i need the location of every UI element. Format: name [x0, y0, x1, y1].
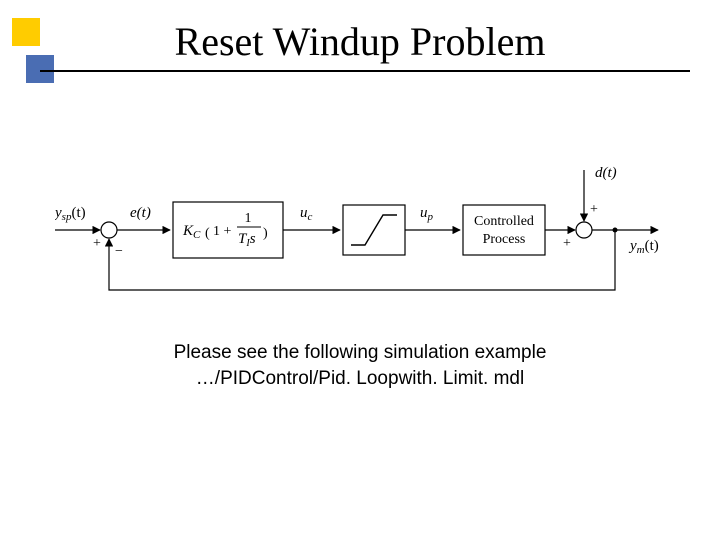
- slide-header: Reset Windup Problem: [0, 0, 720, 110]
- sum-junction-2: [576, 222, 592, 238]
- label-up: up: [420, 205, 434, 223]
- caption-line-2: …/PIDControl/Pid. Loopwith. Limit. mdl: [0, 366, 720, 392]
- label-uc: uc: [300, 205, 313, 223]
- sum-junction-1: [101, 222, 117, 238]
- label-disturbance: d(t): [595, 165, 617, 181]
- sum1-plus: +: [93, 236, 101, 251]
- block-diagram: ysp(t) + − e(t) KC ( 1 + 1 TIs ) uc up C…: [55, 155, 665, 305]
- svg-text:1 +: 1 +: [213, 224, 232, 239]
- label-output: ym(t): [628, 238, 659, 256]
- label-error: e(t): [130, 205, 151, 221]
- svg-text:1: 1: [245, 211, 252, 226]
- process-label-2: Process: [483, 232, 526, 247]
- title-underline: [40, 70, 690, 72]
- process-block: [463, 205, 545, 255]
- slide-title: Reset Windup Problem: [0, 18, 720, 65]
- process-label-1: Controlled: [474, 214, 534, 229]
- svg-text:(: (: [205, 226, 210, 241]
- sum2-plus-top: +: [590, 202, 598, 217]
- label-setpoint: ysp(t): [55, 205, 86, 223]
- slide-caption: Please see the following simulation exam…: [0, 340, 720, 391]
- sum1-minus: −: [115, 244, 123, 259]
- svg-text:): ): [263, 226, 268, 241]
- caption-line-1: Please see the following simulation exam…: [0, 340, 720, 366]
- sum2-plus-left: +: [563, 236, 571, 251]
